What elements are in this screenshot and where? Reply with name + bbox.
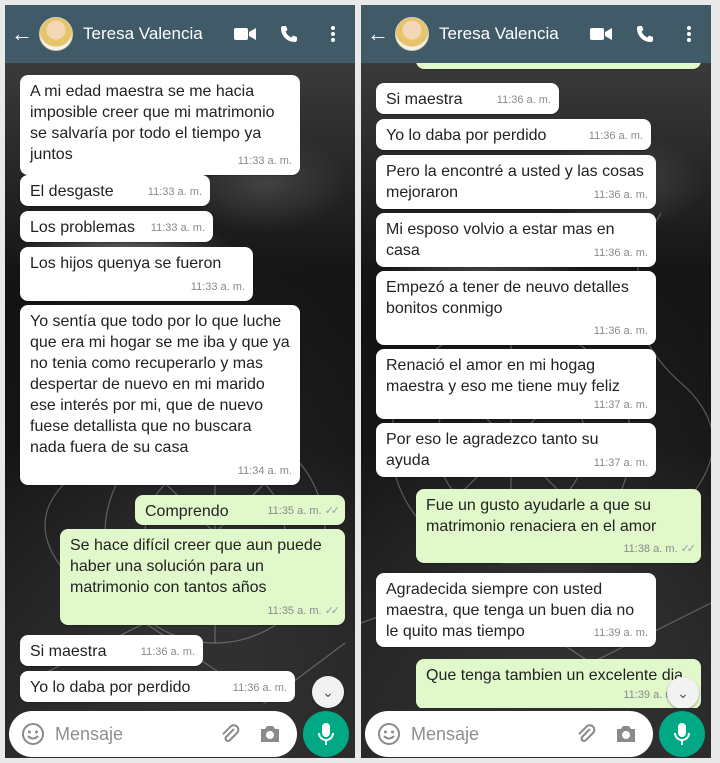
message-bubble[interactable]: A mi edad maestra se me hacia imposible …: [20, 75, 300, 175]
video-call-icon[interactable]: [587, 27, 615, 41]
message-bubble[interactable]: Pero la encontré a usted y las cosas mej…: [376, 155, 656, 209]
message-text: Empezó a tener de neuvo detalles bonitos…: [386, 279, 629, 317]
message-input-bar[interactable]: Mensaje: [9, 711, 297, 757]
double-check-icon: ✓✓: [324, 505, 341, 517]
message-bubble[interactable]: Comprendo 11:35 a. m. ✓✓: [135, 495, 345, 525]
message-bubble[interactable]: Fue un gusto ayudarle a que su matrimoni…: [416, 489, 701, 563]
message-bubble[interactable]: Por eso le agradezco tanto su ayuda 11:3…: [376, 423, 656, 477]
camera-icon[interactable]: [613, 725, 639, 743]
message-time: 11:36 a. m.: [140, 646, 195, 658]
message-bubble[interactable]: Renació el amor en mi hogag maestra y es…: [376, 349, 656, 419]
double-check-icon: ✓✓: [680, 543, 697, 555]
back-arrow-icon[interactable]: ←: [367, 23, 397, 45]
message-text: Que tenga tambien un excelente dia: [426, 667, 684, 684]
message-bubble[interactable]: Empezó a tener de neuvo detalles bonitos…: [376, 271, 656, 345]
message-time: 11:33 a. m.: [237, 155, 292, 167]
message-bubble[interactable]: Mi esposo volvio a estar mas en casa 11:…: [376, 213, 656, 267]
message-time: 11:35 a. m. ✓✓: [267, 601, 341, 622]
attach-icon[interactable]: [217, 723, 243, 745]
chat-screen-right: ← Teresa Valencia Si maestra 11:36 a. m.…: [361, 5, 711, 758]
more-vert-icon[interactable]: [319, 26, 347, 42]
emoji-icon[interactable]: [377, 722, 401, 746]
emoji-icon[interactable]: [21, 722, 45, 746]
message-time: 11:38 a. m. ✓✓: [623, 539, 697, 560]
more-vert-icon[interactable]: [675, 26, 703, 42]
message-time-label: 11:38 a. m.: [623, 543, 678, 555]
message-time: 11:37 a. m.: [593, 399, 648, 411]
double-check-icon: ✓✓: [324, 605, 341, 617]
message-bubble[interactable]: El desgaste 11:33 a. m.: [20, 175, 210, 206]
mic-icon: [318, 723, 334, 745]
message-time: 11:36 a. m.: [593, 189, 648, 201]
message-list: A mi edad maestra se me hacia imposible …: [5, 63, 355, 708]
message-bubble[interactable]: Agradecida siempre con usted maestra, qu…: [376, 573, 656, 647]
message-input[interactable]: Mensaje: [55, 724, 217, 745]
chat-header: ← Teresa Valencia: [5, 5, 355, 63]
mic-button[interactable]: [303, 711, 349, 757]
message-input[interactable]: Mensaje: [411, 724, 573, 745]
contact-name[interactable]: Teresa Valencia: [83, 24, 231, 44]
message-time: 11:36 a. m.: [588, 130, 643, 142]
message-time: 11:33 a. m.: [150, 222, 205, 234]
message-text: Fue un gusto ayudarle a que su matrimoni…: [426, 497, 657, 535]
message-time: 11:36 a. m.: [496, 94, 551, 106]
video-call-icon[interactable]: [231, 27, 259, 41]
message-time: 11:33 a. m.: [147, 186, 202, 198]
message-time-label: 11:35 a. m.: [267, 505, 322, 517]
back-arrow-icon[interactable]: ←: [11, 23, 41, 45]
attach-icon[interactable]: [573, 723, 599, 745]
message-time: 11:33 a. m.: [190, 281, 245, 293]
message-time-label: 11:35 a. m.: [267, 605, 322, 617]
message-bubble[interactable]: Yo lo daba por perdido 11:36 a. m.: [20, 671, 295, 702]
avatar[interactable]: [39, 17, 73, 51]
message-time: 11:35 a. m. ✓✓: [267, 501, 341, 522]
message-text: Yo sentía que todo por lo que luche que …: [30, 313, 290, 456]
mic-button[interactable]: [659, 711, 705, 757]
message-text: Se hace difícil creer que aun puede habe…: [70, 537, 322, 596]
message-time: 11:37 a. m.: [593, 457, 648, 469]
message-bubble[interactable]: Que tenga tambien un excelente dia 11:39…: [416, 659, 701, 708]
message-bubble-cutoff: [416, 63, 701, 69]
message-time: 11:34 a. m.: [237, 465, 292, 477]
message-bubble[interactable]: Yo sentía que todo por lo que luche que …: [20, 305, 300, 485]
message-list: Si maestra 11:36 a. m. Yo lo daba por pe…: [361, 63, 711, 708]
camera-icon[interactable]: [257, 725, 283, 743]
message-bubble[interactable]: Yo lo daba por perdido 11:36 a. m.: [376, 119, 651, 150]
message-bubble[interactable]: Los hijos quenya se fueron 11:33 a. m.: [20, 247, 253, 301]
mic-icon: [674, 723, 690, 745]
message-bubble[interactable]: Si maestra 11:36 a. m.: [376, 83, 559, 114]
message-time: 11:36 a. m.: [593, 247, 648, 259]
message-bubble[interactable]: Si maestra 11:36 a. m.: [20, 635, 203, 666]
contact-name[interactable]: Teresa Valencia: [439, 24, 587, 44]
message-time: 11:36 a. m.: [232, 682, 287, 694]
message-time: 11:39 a. m.: [593, 627, 648, 639]
message-bubble[interactable]: Los problemas 11:33 a. m.: [20, 211, 213, 242]
message-input-bar[interactable]: Mensaje: [365, 711, 653, 757]
message-text: Renació el amor en mi hogag maestra y es…: [386, 357, 620, 395]
chevron-double-down-icon[interactable]: ⌄: [667, 677, 699, 708]
chevron-double-down-icon[interactable]: ⌄: [312, 676, 344, 708]
phone-icon[interactable]: [631, 25, 659, 43]
phone-icon[interactable]: [275, 25, 303, 43]
message-text: Los hijos quenya se fueron: [30, 255, 222, 272]
message-time: 11:36 a. m.: [593, 325, 648, 337]
chat-header: ← Teresa Valencia: [361, 5, 711, 63]
chat-screen-left: ← Teresa Valencia A mi edad maestra se m…: [5, 5, 355, 758]
avatar[interactable]: [395, 17, 429, 51]
message-bubble[interactable]: Se hace difícil creer que aun puede habe…: [60, 529, 345, 625]
